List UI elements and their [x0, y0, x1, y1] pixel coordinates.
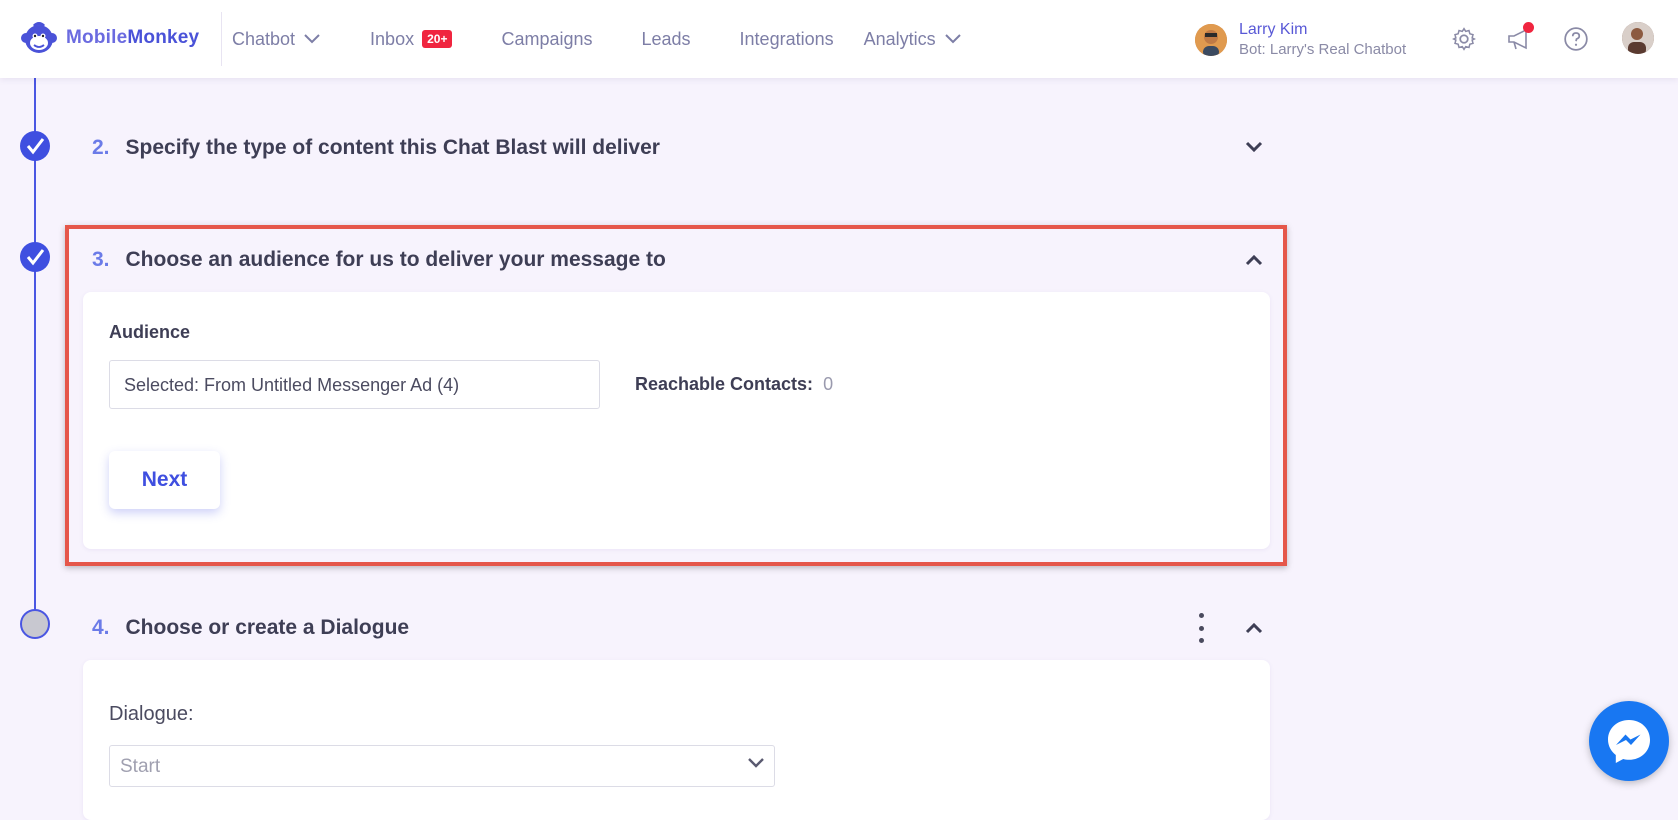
- settings-button[interactable]: [1449, 24, 1479, 54]
- kebab-dot: [1198, 638, 1204, 643]
- inbox-count-badge: 20+: [422, 30, 453, 48]
- next-button[interactable]: Next: [109, 451, 220, 509]
- step-4-header[interactable]: 4. Choose or create a Dialogue: [92, 616, 409, 640]
- reachable-contacts-label: Reachable Contacts:: [635, 374, 814, 394]
- step-title: Specify the type of content this Chat Bl…: [125, 136, 660, 159]
- brand-logo[interactable]: MobileMonkey: [20, 20, 199, 56]
- nav-item-label: Integrations: [739, 28, 834, 49]
- nav-item-leads[interactable]: Leads: [642, 29, 691, 50]
- check-icon: [26, 249, 45, 266]
- step-3-status-check: [20, 242, 50, 272]
- step-title: Choose an audience for us to deliver you…: [125, 248, 666, 271]
- step-2-expand-button[interactable]: [1242, 135, 1266, 159]
- step-number: 2.: [92, 136, 110, 159]
- chevron-down-icon: [748, 758, 764, 768]
- main-nav: Chatbot Inbox 20+ Campaigns Leads Integr…: [232, 0, 1011, 78]
- help-button[interactable]: [1561, 24, 1591, 54]
- audience-selected-value: Selected: From Untitled Messenger Ad (4): [124, 375, 460, 395]
- kebab-dot: [1198, 625, 1204, 631]
- step-2-header[interactable]: 2. Specify the type of content this Chat…: [92, 136, 660, 160]
- audience-label: Audience: [109, 322, 191, 342]
- messenger-icon: [1608, 720, 1650, 763]
- chevron-up-icon: [1245, 622, 1263, 634]
- chevron-up-icon: [1245, 254, 1263, 266]
- reachable-contacts-value: 0: [823, 374, 834, 394]
- step-number: 3.: [92, 248, 110, 271]
- user-menu[interactable]: Larry Kim Bot: Larry's Real Chatbot: [1195, 20, 1406, 60]
- audience-select[interactable]: Selected: From Untitled Messenger Ad (4): [109, 360, 600, 409]
- announcements-button[interactable]: [1505, 22, 1535, 54]
- bot-name: Bot: Larry's Real Chatbot: [1239, 41, 1407, 58]
- nav-item-analytics[interactable]: Analytics: [864, 29, 962, 50]
- nav-item-label: Leads: [641, 28, 691, 49]
- dialogue-selected-value: Start: [120, 756, 161, 777]
- dialogue-card: [83, 660, 1270, 820]
- nav-item-label: Analytics: [863, 28, 936, 49]
- nav-item-inbox[interactable]: Inbox 20+: [370, 28, 453, 50]
- nav-item-label: Inbox: [370, 28, 415, 49]
- step-4-more-options-button[interactable]: [1194, 613, 1208, 643]
- dialogue-select[interactable]: Start: [109, 745, 775, 787]
- chevron-down-icon: [944, 34, 961, 44]
- notification-dot: [1523, 22, 1534, 33]
- nav-item-campaigns[interactable]: Campaigns: [501, 29, 592, 50]
- nav-item-integrations[interactable]: Integrations: [740, 29, 834, 50]
- top-navbar: MobileMonkey Chatbot Inbox 20+ Campaigns…: [0, 0, 1678, 78]
- messenger-chat-button[interactable]: [1589, 701, 1669, 781]
- help-icon: [1564, 27, 1588, 51]
- gear-icon: [1452, 27, 1476, 51]
- monkey-icon: [21, 22, 57, 53]
- step-2-status-check: [20, 131, 50, 161]
- brand-name: MobileMonkey: [66, 27, 200, 48]
- chevron-down-icon: [304, 34, 320, 44]
- step-3-collapse-button[interactable]: [1242, 248, 1266, 272]
- nav-item-chatbot[interactable]: Chatbot: [232, 29, 321, 50]
- check-icon: [26, 138, 45, 155]
- step-3-header[interactable]: 3. Choose an audience for us to deliver …: [92, 248, 666, 272]
- kebab-dot: [1198, 613, 1204, 618]
- step-4-collapse-button[interactable]: [1242, 616, 1266, 640]
- audience-card: [83, 292, 1270, 549]
- nav-divider: [221, 12, 222, 66]
- nav-item-label: Campaigns: [501, 28, 593, 49]
- step-title: Choose or create a Dialogue: [125, 616, 410, 639]
- step-4-status-pending: [20, 609, 50, 639]
- chevron-down-icon: [1245, 141, 1263, 153]
- dialogue-label: Dialogue:: [109, 703, 194, 725]
- user-avatar: [1195, 24, 1227, 56]
- step-number: 4.: [92, 616, 110, 639]
- nav-item-label: Chatbot: [232, 28, 296, 49]
- user-name: Larry Kim: [1239, 21, 1308, 38]
- reachable-contacts: Reachable Contacts: 0: [635, 374, 833, 395]
- profile-avatar[interactable]: [1622, 22, 1654, 54]
